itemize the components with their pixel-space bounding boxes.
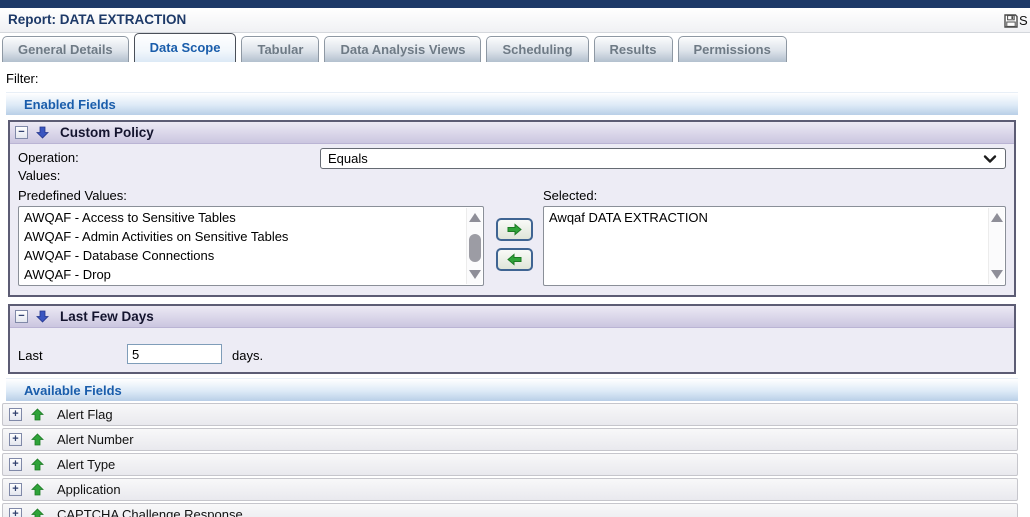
custom-policy-title: Custom Policy bbox=[60, 125, 154, 140]
list-item[interactable]: AWQAF - Drop bbox=[19, 265, 466, 284]
field-label: CAPTCHA Challenge Response bbox=[57, 507, 243, 517]
scroll-down-icon[interactable] bbox=[469, 270, 481, 279]
right-arrow-icon bbox=[506, 223, 523, 236]
scroll-up-icon[interactable] bbox=[991, 213, 1003, 222]
floppy-disk-icon bbox=[1003, 13, 1019, 29]
save-button[interactable]: S bbox=[1003, 11, 1030, 30]
selected-items: Awqaf DATA EXTRACTION bbox=[544, 208, 988, 227]
predefined-values-listbox[interactable]: AWQAF - Access to Sensitive Tables AWQAF… bbox=[18, 206, 484, 286]
field-label: Alert Flag bbox=[57, 407, 113, 422]
last-few-days-title: Last Few Days bbox=[60, 309, 154, 324]
filter-label: Filter: bbox=[6, 71, 39, 86]
expand-icon[interactable] bbox=[9, 508, 22, 517]
page-title: Report: DATA EXTRACTION bbox=[8, 12, 187, 27]
operation-label: Operation: bbox=[18, 150, 79, 165]
field-row-alert-number[interactable]: Alert Number bbox=[2, 428, 1018, 451]
collapse-icon[interactable] bbox=[15, 126, 28, 139]
section-header-enabled-fields: Enabled Fields bbox=[6, 92, 1018, 115]
collapse-icon[interactable] bbox=[15, 310, 28, 323]
expand-icon[interactable] bbox=[9, 433, 22, 446]
scrollbar[interactable] bbox=[466, 208, 482, 284]
list-item[interactable]: AWQAF - Access to Sensitive Tables bbox=[19, 208, 466, 227]
expand-icon[interactable] bbox=[9, 458, 22, 471]
left-arrow-icon bbox=[506, 253, 523, 266]
selected-listbox[interactable]: Awqaf DATA EXTRACTION bbox=[543, 206, 1006, 286]
tab-tabular[interactable]: Tabular bbox=[241, 36, 320, 62]
up-arrow-icon[interactable] bbox=[31, 433, 44, 446]
predefined-values-items: AWQAF - Access to Sensitive Tables AWQAF… bbox=[19, 208, 466, 284]
report-editor-window: Report: DATA EXTRACTION S General Detail… bbox=[0, 0, 1030, 517]
expand-icon[interactable] bbox=[9, 408, 22, 421]
scroll-up-icon[interactable] bbox=[469, 213, 481, 222]
down-arrow-icon[interactable] bbox=[36, 310, 49, 323]
selected-label: Selected: bbox=[543, 188, 598, 203]
window-accent-bar bbox=[0, 0, 1030, 8]
scrollbar[interactable] bbox=[988, 208, 1004, 284]
tab-bar: General Details Data Scope Tabular Data … bbox=[2, 33, 1030, 62]
up-arrow-icon[interactable] bbox=[31, 408, 44, 421]
operation-select[interactable]: Equals bbox=[320, 148, 1006, 169]
values-label: Values: bbox=[18, 168, 61, 183]
tab-scheduling[interactable]: Scheduling bbox=[486, 36, 589, 62]
field-row-alert-type[interactable]: Alert Type bbox=[2, 453, 1018, 476]
field-label: Alert Number bbox=[57, 432, 134, 447]
section-header-available-fields: Available Fields bbox=[6, 378, 1018, 401]
days-input[interactable] bbox=[127, 344, 222, 364]
tab-results[interactable]: Results bbox=[593, 36, 673, 62]
predefined-values-label: Predefined Values: bbox=[18, 188, 127, 203]
last-few-days-header[interactable]: Last Few Days bbox=[10, 306, 1014, 328]
expand-icon[interactable] bbox=[9, 483, 22, 496]
tab-permissions[interactable]: Permissions bbox=[677, 36, 787, 62]
field-row-captcha-challenge-response[interactable]: CAPTCHA Challenge Response bbox=[2, 503, 1018, 517]
tab-general-details[interactable]: General Details bbox=[2, 36, 129, 62]
down-arrow-icon[interactable] bbox=[36, 126, 49, 139]
scroll-thumb[interactable] bbox=[469, 234, 481, 262]
save-button-label: S bbox=[1019, 13, 1028, 28]
custom-policy-header[interactable]: Custom Policy bbox=[10, 122, 1014, 144]
custom-policy-panel: Custom Policy Operation: Equals Values: … bbox=[8, 120, 1016, 297]
up-arrow-icon[interactable] bbox=[31, 508, 44, 517]
last-label: Last bbox=[18, 348, 43, 363]
operation-select-value: Equals bbox=[328, 151, 368, 166]
up-arrow-icon[interactable] bbox=[31, 483, 44, 496]
days-suffix-label: days. bbox=[232, 348, 264, 363]
move-left-button[interactable] bbox=[496, 248, 533, 271]
last-few-days-panel: Last Few Days Last days. bbox=[8, 304, 1016, 374]
list-item[interactable]: Awqaf DATA EXTRACTION bbox=[544, 208, 988, 227]
move-right-button[interactable] bbox=[496, 218, 533, 241]
field-row-alert-flag[interactable]: Alert Flag bbox=[2, 403, 1018, 426]
up-arrow-icon[interactable] bbox=[31, 458, 44, 471]
list-item[interactable]: AWQAF - Admin Activities on Sensitive Ta… bbox=[19, 227, 466, 246]
tab-data-scope[interactable]: Data Scope bbox=[133, 33, 237, 62]
tab-data-analysis-views[interactable]: Data Analysis Views bbox=[324, 36, 482, 62]
chevron-down-icon bbox=[983, 153, 997, 165]
field-label: Application bbox=[57, 482, 121, 497]
field-row-application[interactable]: Application bbox=[2, 478, 1018, 501]
title-bar: Report: DATA EXTRACTION S bbox=[0, 8, 1030, 33]
scroll-down-icon[interactable] bbox=[991, 270, 1003, 279]
field-label: Alert Type bbox=[57, 457, 116, 472]
list-item[interactable]: AWQAF - Database Connections bbox=[19, 246, 466, 265]
